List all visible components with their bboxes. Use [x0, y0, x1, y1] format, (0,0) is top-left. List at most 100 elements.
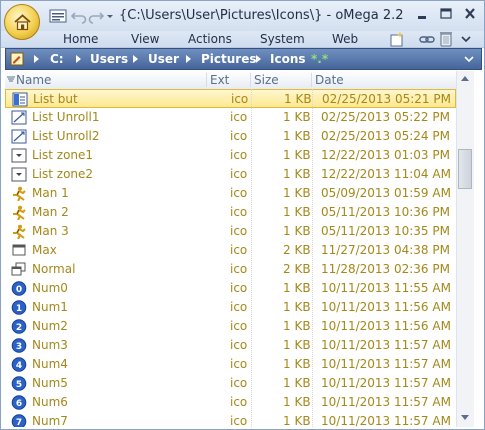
file-row[interactable]: List zone2 ico 1 KB 12/22/2013 11:04 AM [5, 165, 456, 184]
column-separator[interactable] [250, 73, 251, 87]
file-size: 1 KB [283, 167, 311, 181]
file-size: 1 KB [283, 395, 311, 409]
address-dropdown-icon[interactable] [463, 55, 475, 64]
column-size[interactable]: Size [254, 73, 279, 87]
breadcrumb-users[interactable]: Users [90, 52, 128, 66]
vertical-scrollbar[interactable] [456, 71, 474, 427]
close-button[interactable] [459, 5, 481, 23]
file-date: 02/25/2013 05:21 PM [322, 92, 451, 106]
file-name: List zone2 [32, 167, 94, 181]
quick-access-dropdown-icon[interactable] [105, 8, 115, 24]
column-separator[interactable] [311, 73, 312, 87]
list-unroll-icon [11, 110, 27, 125]
file-row[interactable]: List Unroll2 ico 1 KB 02/25/2013 05:24 PM [5, 127, 456, 146]
address-bar[interactable]: C: Users User Pictures Icons *.* [5, 48, 482, 70]
column-date[interactable]: Date [315, 73, 344, 87]
file-date: 10/11/2013 11:57 AM [321, 357, 451, 371]
svg-text:6: 6 [16, 399, 22, 409]
file-row[interactable]: 3 Num3 ico 1 KB 10/11/2013 11:57 AM [5, 336, 456, 355]
file-date: 11/27/2013 04:38 PM [321, 243, 450, 257]
file-row[interactable]: 7 Num7 ico 1 KB 10/11/2013 11:57 AM [5, 412, 456, 427]
file-row[interactable]: Man 2 ico 1 KB 05/11/2013 10:36 PM [5, 203, 456, 222]
file-ext: ico [230, 414, 248, 427]
menu-actions[interactable]: Actions [188, 31, 232, 47]
file-row[interactable]: Max ico 2 KB 11/27/2013 04:38 PM [5, 241, 456, 260]
breadcrumb-separator-icon [133, 55, 138, 63]
file-row[interactable]: 1 Num1 ico 1 KB 10/11/2013 11:56 AM [5, 298, 456, 317]
scroll-down-icon[interactable] [461, 415, 469, 420]
maximize-button[interactable] [435, 5, 457, 23]
window-title: {C:\Users\User\Pictures\Icons\} - oMega … [119, 8, 404, 23]
file-row[interactable]: Normal ico 2 KB 11/28/2013 02:36 PM [5, 260, 456, 279]
number-5-icon: 5 [11, 376, 27, 391]
file-name: List zone1 [32, 148, 94, 162]
file-row[interactable]: List zone1 ico 1 KB 12/22/2013 01:03 PM [5, 146, 456, 165]
file-name: List Unroll2 [32, 129, 100, 143]
file-date: 10/11/2013 11:57 AM [321, 376, 451, 390]
omega-window: {C:\Users\User\Pictures\Icons\} - oMega … [0, 0, 485, 430]
breadcrumb-separator-icon [256, 55, 261, 63]
file-row[interactable]: Man 1 ico 1 KB 05/09/2013 01:59 AM [5, 184, 456, 203]
svg-text:3: 3 [16, 342, 22, 352]
menu-expand-icon[interactable] [460, 34, 472, 44]
column-separator[interactable] [206, 73, 207, 87]
file-row[interactable]: List Unroll1 ico 1 KB 02/25/2013 05:22 PM [5, 108, 456, 127]
file-row[interactable]: 0 Num0 ico 1 KB 10/11/2013 11:55 AM [5, 279, 456, 298]
menu-view[interactable]: View [131, 31, 159, 47]
breadcrumb-separator-icon [76, 55, 81, 63]
breadcrumb-icons[interactable]: Icons [270, 52, 306, 66]
file-row[interactable]: 4 Num4 ico 1 KB 10/11/2013 11:57 AM [5, 355, 456, 374]
file-ext: ico [230, 281, 248, 295]
list-button-icon [12, 92, 28, 107]
redo-icon[interactable] [88, 8, 104, 24]
file-row[interactable]: Man 3 ico 1 KB 05/11/2013 10:35 PM [5, 222, 456, 241]
column-ext[interactable]: Ext [210, 73, 229, 87]
file-ext: ico [230, 224, 248, 238]
recycle-bin-icon[interactable] [439, 30, 453, 47]
number-2-icon: 2 [11, 319, 27, 334]
menu-system[interactable]: System [260, 31, 305, 47]
menu-web[interactable]: Web [332, 31, 358, 47]
restore-window-icon [11, 262, 26, 276]
undo-icon[interactable] [71, 8, 87, 24]
edit-path-icon[interactable] [10, 52, 24, 66]
file-size: 2 KB [283, 262, 311, 276]
file-row[interactable]: 6 Num6 ico 1 KB 10/11/2013 11:57 AM [5, 393, 456, 412]
file-date: 10/11/2013 11:56 AM [321, 319, 451, 333]
number-0-icon: 0 [11, 281, 27, 296]
breadcrumb-drive[interactable]: C: [50, 52, 64, 66]
menu-home[interactable]: Home [63, 31, 98, 47]
quick-access-panel-icon[interactable] [49, 8, 67, 24]
svg-text:7: 7 [16, 418, 22, 427]
breadcrumb-user[interactable]: User [148, 52, 179, 66]
file-date: 12/22/2013 01:03 PM [321, 148, 450, 162]
scroll-up-icon[interactable] [461, 76, 469, 81]
file-ext: ico [230, 319, 248, 333]
file-ext: ico [230, 357, 248, 371]
file-date: 02/25/2013 05:24 PM [321, 129, 450, 143]
file-row[interactable]: 5 Num5 ico 1 KB 10/11/2013 11:57 AM [5, 374, 456, 393]
file-ext: ico [230, 186, 248, 200]
column-header: Name Ext Size Date [5, 71, 473, 90]
column-name[interactable]: Name [16, 73, 51, 87]
new-item-icon[interactable] [389, 31, 405, 47]
file-size: 1 KB [283, 357, 311, 371]
running-man-icon [13, 186, 26, 201]
filter-mask[interactable]: *.* [311, 52, 328, 66]
breadcrumb-pictures[interactable]: Pictures [201, 52, 257, 66]
file-date: 11/28/2013 02:36 PM [321, 262, 450, 276]
file-row[interactable]: 2 Num2 ico 1 KB 10/11/2013 11:56 AM [5, 317, 456, 336]
minimize-button[interactable] [411, 5, 433, 23]
scroll-thumb[interactable] [458, 149, 472, 189]
file-name: Num3 [32, 338, 68, 352]
svg-text:0: 0 [16, 285, 22, 295]
link-icon[interactable] [419, 31, 435, 47]
file-size: 1 KB [283, 148, 311, 162]
list-unroll-icon [11, 129, 27, 144]
svg-text:4: 4 [16, 361, 22, 371]
file-row[interactable]: List but ico 1 KB 02/25/2013 05:21 PM [5, 89, 456, 108]
number-4-icon: 4 [11, 357, 27, 372]
file-name: Man 3 [32, 224, 69, 238]
app-home-icon[interactable] [4, 4, 40, 40]
file-date: 05/11/2013 10:36 PM [321, 205, 450, 219]
